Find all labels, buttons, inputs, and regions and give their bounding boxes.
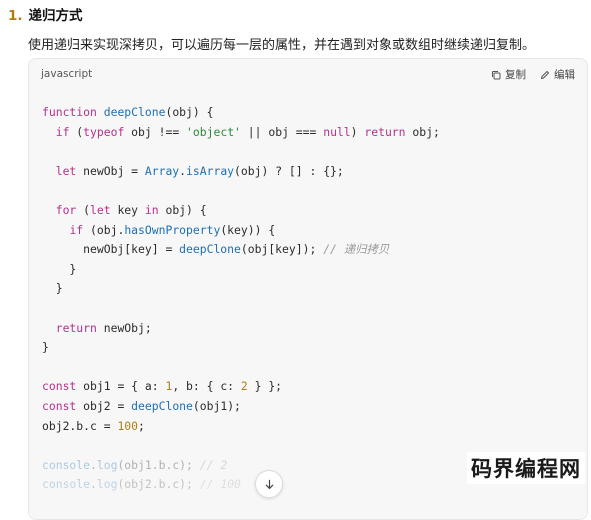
code-line: function deepClone(obj) { xyxy=(42,105,214,119)
code-line: } xyxy=(42,281,63,296)
code-line: obj2.b.c = 100; xyxy=(42,418,145,433)
copy-button[interactable]: 复制 xyxy=(491,67,526,82)
code-line: let newObj = Array.isArray(obj) ? [] : {… xyxy=(55,163,344,178)
code-line: console.log(obj2.b.c); // 100 xyxy=(42,477,241,492)
code-line: const obj2 = deepClone(obj1); xyxy=(42,398,241,413)
code-line: if (obj.hasOwnProperty(key)) { xyxy=(69,222,276,237)
code-line: newObj[key] = deepClone(obj[key]); // 递归… xyxy=(42,242,390,257)
code-line: if (typeof obj !== 'object' || obj === n… xyxy=(55,124,440,139)
code-content: function deepClone(obj) { if (typeof obj… xyxy=(29,89,587,495)
code-line: return newObj; xyxy=(55,320,152,335)
section-title: 递归方式 xyxy=(28,8,83,24)
section-number: 1. xyxy=(8,8,23,24)
pencil-icon xyxy=(541,70,549,79)
copy-label: 复制 xyxy=(505,69,526,81)
code-actions: 复制 编辑 xyxy=(491,67,575,82)
arrow-down-icon xyxy=(265,479,273,489)
code-line: const obj1 = { a: 1, b: { c: 2 } }; xyxy=(42,379,283,394)
watermark-logo: 码界编程网 xyxy=(467,452,585,484)
code-line: } xyxy=(42,261,77,276)
section-heading: 1. 递归方式 xyxy=(8,4,83,24)
code-line: console.log(obj1.b.c); // 2 xyxy=(42,457,228,472)
edit-label: 编辑 xyxy=(554,69,575,81)
code-language-label: javascript xyxy=(41,68,93,80)
edit-button[interactable]: 编辑 xyxy=(540,67,575,82)
code-block: javascript 复制 编辑 function deepClone(obj)… xyxy=(28,58,588,520)
code-line: } xyxy=(42,340,49,355)
section-intro: 使用递归来实现深拷贝，可以遍历每一层的属性，并在遇到对象或数组时继续递归复制。 xyxy=(28,38,536,53)
copy-icon xyxy=(492,70,501,79)
code-block-header: javascript 复制 编辑 xyxy=(29,59,587,89)
scroll-down-button[interactable] xyxy=(255,470,283,498)
code-line: for (let key in obj) { xyxy=(55,202,207,217)
